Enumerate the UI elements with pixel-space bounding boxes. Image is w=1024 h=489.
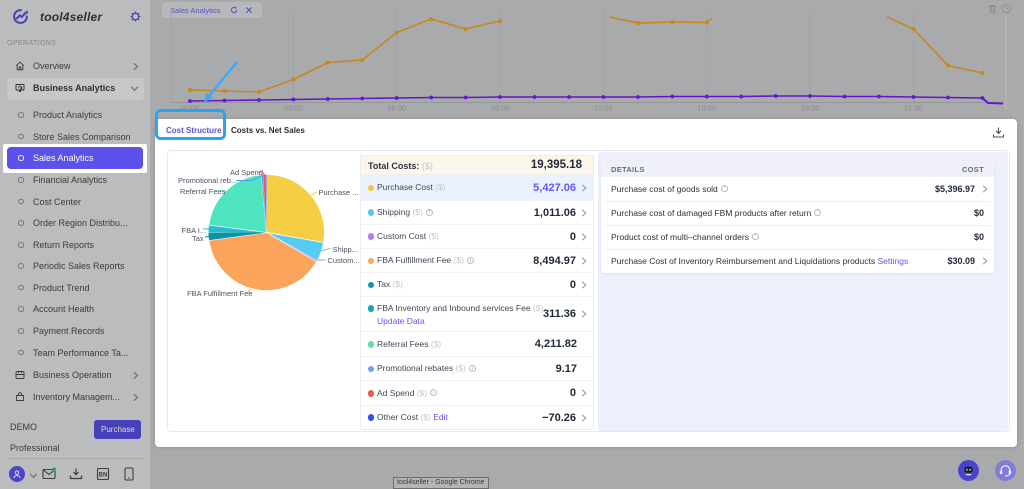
svg-text:09:00: 09:00	[491, 104, 510, 113]
svg-text:BN: BN	[99, 473, 108, 479]
svg-text:15:00: 15:00	[697, 104, 716, 113]
svg-text:12:00: 12:00	[594, 104, 613, 113]
svg-text:21:00: 21:00	[904, 104, 923, 113]
svg-text:03:00: 03:00	[284, 104, 303, 113]
svg-text:18:00: 18:00	[801, 104, 820, 113]
svg-text:06:00: 06:00	[387, 104, 406, 113]
